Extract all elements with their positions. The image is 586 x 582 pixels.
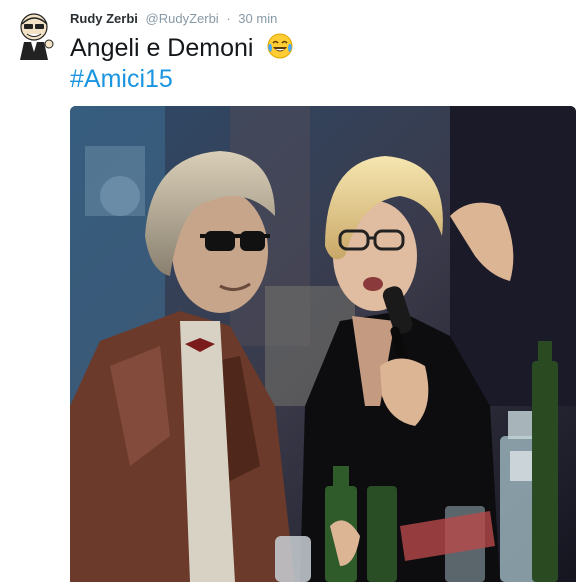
- tweet-header: Rudy Zerbi @RudyZerbi · 30 min: [70, 10, 277, 28]
- avatar[interactable]: [14, 12, 56, 60]
- author-name[interactable]: Rudy Zerbi: [70, 11, 138, 26]
- tears-of-joy-emoji-icon: [267, 33, 293, 59]
- tweet-card: Rudy Zerbi @RudyZerbi · 30 min Angeli e …: [0, 0, 586, 582]
- tweet-photo[interactable]: [70, 106, 576, 582]
- tweet-text: Angeli e Demoni: [70, 32, 294, 63]
- tweet-text-line: Angeli e Demoni: [70, 34, 254, 62]
- cartoon-avatar-icon: [20, 13, 54, 60]
- timestamp[interactable]: 30 min: [238, 11, 277, 26]
- author-handle[interactable]: @RudyZerbi: [146, 11, 219, 26]
- hashtag-link[interactable]: #Amici15: [70, 64, 173, 94]
- separator-dot: ·: [226, 11, 231, 26]
- photo-image: [70, 106, 576, 582]
